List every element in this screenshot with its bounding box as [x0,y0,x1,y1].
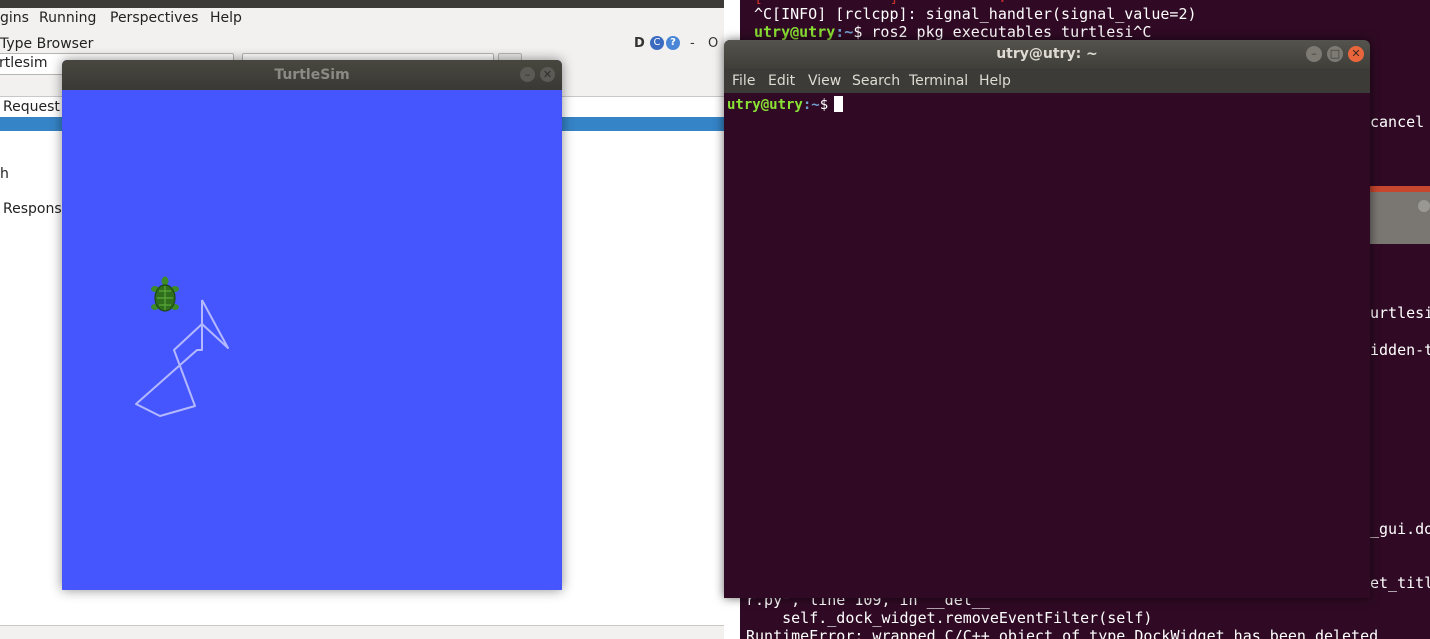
terminal-menubar: File Edit View Search Terminal Help [724,69,1370,93]
turtle-canvas-svg [135,276,229,417]
dock-label: D [634,36,645,51]
bg-traceback-line: self._dock_widget.removeEventFilter(self… [746,609,1153,627]
bg-fragment-turtlesi: urtlesi [1370,304,1430,322]
maximize-icon[interactable]: □ [1327,46,1343,62]
bg-close-icon [1418,200,1430,212]
bg-traceback-error: RuntimeError: wrapped C/C++ object of ty… [746,627,1379,639]
column-request[interactable]: Request [3,99,60,115]
terminal-body[interactable]: utry@utry:~$ [724,93,1370,598]
bg-fragment-gui: _gui.do [1370,520,1430,538]
reload-icon[interactable]: C [650,36,664,50]
bg-terminal-line: ^C[INFO] [rclcpp]: signal_handler(signal… [754,5,1197,23]
turtlesim-canvas [62,90,562,590]
turtlesim-minimize-icon[interactable]: – [520,67,535,82]
menu-perspectives[interactable]: Perspectives [110,10,198,26]
bg-fragment-title: et_titl [1370,574,1430,592]
type-combo-value: rtlesim [0,55,48,71]
terminal-menu-help[interactable]: Help [979,73,1011,89]
terminal-menu-terminal[interactable]: Terminal [909,73,968,89]
bg-fragment-hidden: idden-t [1370,341,1430,359]
terminal-title: utry@utry: ~ [996,46,1098,62]
menu-help[interactable]: Help [210,10,242,26]
help-icon[interactable]: ? [666,36,680,50]
terminal-menu-view[interactable]: View [808,73,841,89]
turtlesim-window[interactable]: TurtleSim – ✕ [62,60,562,590]
turtlesim-close-icon[interactable]: ✕ [540,67,555,82]
status-divider [0,625,724,626]
prompt-symbol: $ [819,97,829,113]
terminal-menu-search[interactable]: Search [852,73,900,89]
plugin-title: Type Browser [0,36,94,52]
dock-minimize-button[interactable]: - [690,36,695,51]
menu-running[interactable]: Running [39,10,96,26]
turtle-icon [151,276,179,312]
bg-terminal-prompt-line: utry@utry:~$ ros2 pkg executables turtle… [754,23,1151,41]
terminal-menu-file[interactable]: File [732,73,755,89]
dock-close-button[interactable]: O [708,36,718,51]
terminal-cursor [834,96,844,112]
bg-prompt-command: $ ros2 pkg executables turtlesi^C [853,23,1152,41]
prompt-user: utry@utry [727,97,803,113]
bg-prompt-user: utry@utry [754,23,836,41]
minimize-icon[interactable]: – [1306,46,1322,62]
tree-item[interactable]: h [0,166,9,182]
tree-item-response[interactable]: Response [3,201,70,217]
terminal-menu-edit[interactable]: Edit [768,73,795,89]
turtle-path [135,299,229,417]
bg-fragment-cancel: cancel [1370,113,1425,131]
rqt-menubar: gins Running Perspectives Help [0,8,724,30]
rqt-title-band [0,0,724,8]
terminal-prompt: utry@utry:~$ [727,96,844,113]
prompt-path: :~ [802,97,820,113]
bg-prompt-path: :~ [835,23,854,41]
terminal-window[interactable]: utry@utry: ~ – □ ✕ File Edit View Search… [724,40,1370,598]
close-icon[interactable]: ✕ [1348,46,1364,62]
turtlesim-title: TurtleSim [274,67,350,83]
menu-plugins[interactable]: gins [0,10,29,26]
